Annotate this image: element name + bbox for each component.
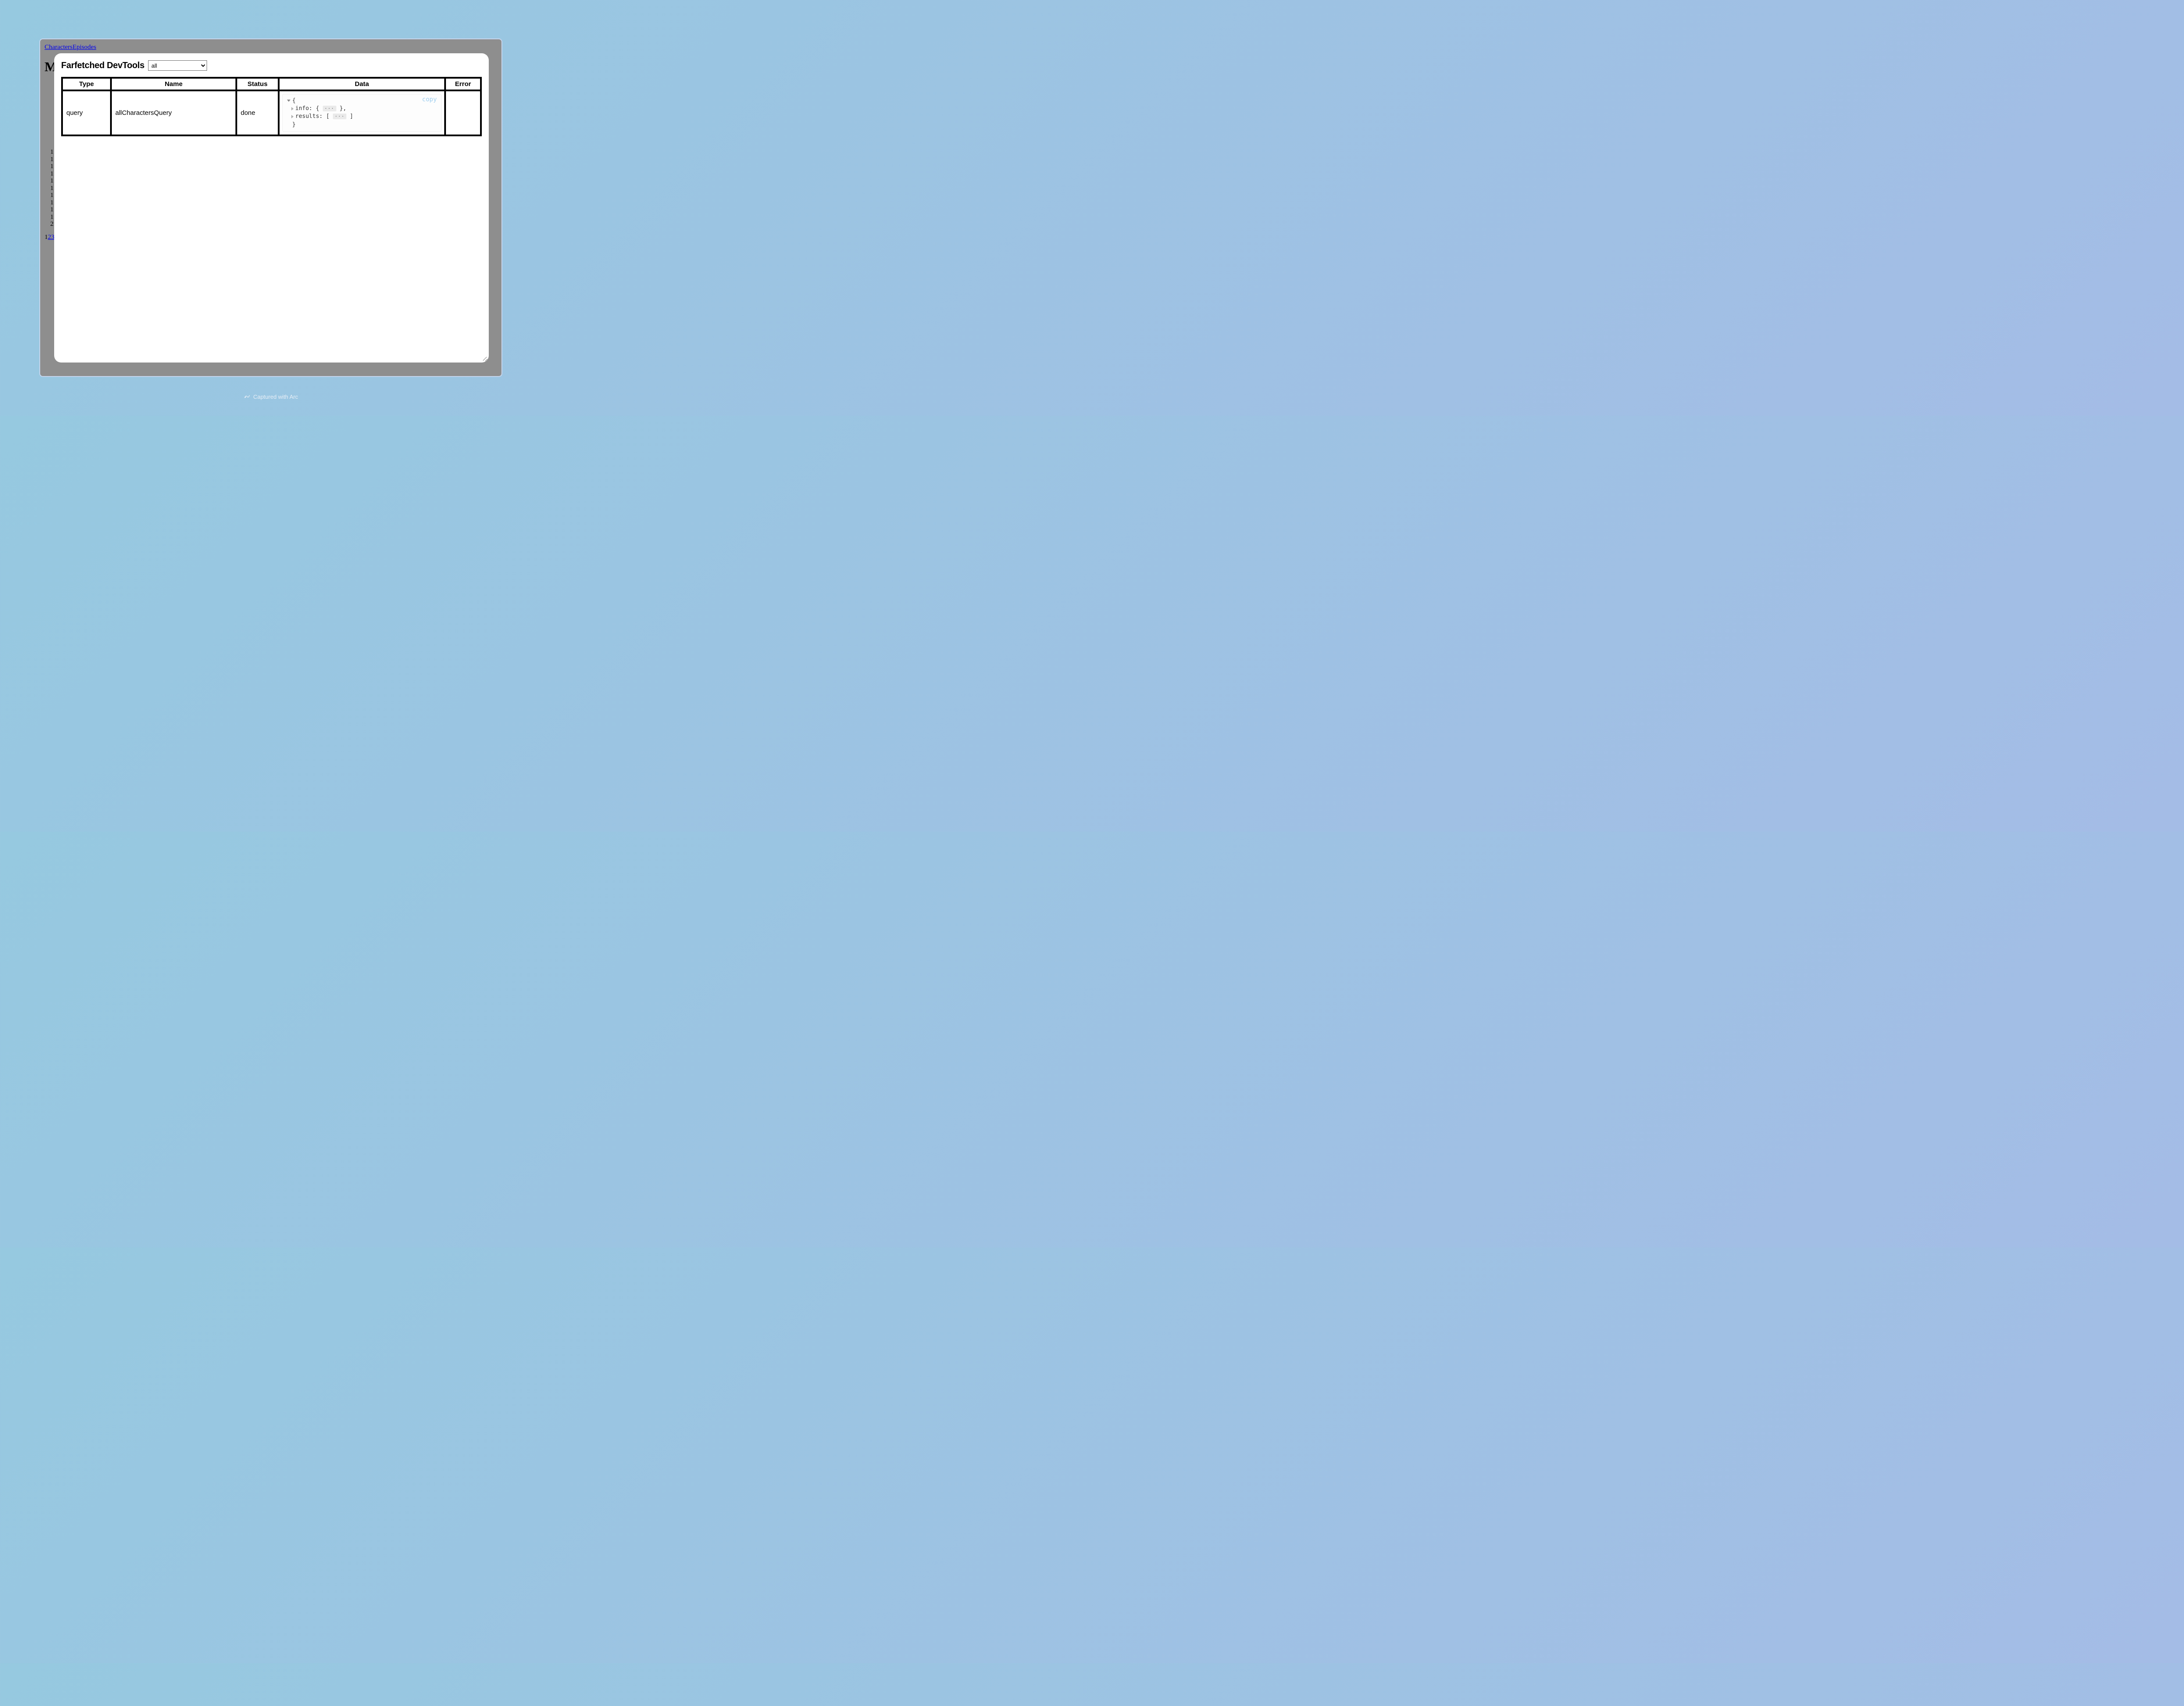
background-pagination: 123 bbox=[45, 234, 55, 241]
chevron-down-icon[interactable] bbox=[287, 100, 290, 102]
browser-window-frame: CharactersEpisodes M 1 1 1 1 1 1 1 1 1 1… bbox=[39, 38, 502, 377]
ellipsis-icon[interactable]: ··· bbox=[323, 106, 336, 111]
filter-select[interactable]: all bbox=[148, 60, 207, 71]
copy-button[interactable]: copy bbox=[422, 96, 437, 103]
cell-type: query bbox=[62, 91, 111, 135]
nav-link-episodes[interactable]: Episodes bbox=[73, 44, 96, 51]
list-item: 1 bbox=[50, 214, 54, 221]
watermark-text: Captured with Arc bbox=[253, 394, 298, 400]
arc-logo-icon bbox=[244, 393, 251, 400]
nav-link-characters[interactable]: Characters bbox=[45, 44, 73, 51]
cell-data: copy { info: { ··· }, results: [ ··· ] } bbox=[279, 91, 445, 135]
list-item: 1 bbox=[50, 170, 54, 178]
background-nav: CharactersEpisodes bbox=[45, 44, 96, 51]
col-data: Data bbox=[279, 78, 445, 90]
list-item: 1 bbox=[50, 192, 54, 199]
devtools-table: Type Name Status Data Error query allCha… bbox=[62, 77, 481, 136]
chevron-right-icon[interactable] bbox=[291, 115, 294, 118]
list-item: 1 bbox=[50, 163, 54, 170]
table-header-row: Type Name Status Data Error bbox=[62, 78, 480, 90]
devtools-table-container: Type Name Status Data Error query allCha… bbox=[61, 77, 482, 136]
devtools-title: Farfetched DevTools bbox=[61, 61, 145, 71]
col-status: Status bbox=[237, 78, 278, 90]
list-item: 1 bbox=[50, 185, 54, 192]
col-type: Type bbox=[62, 78, 111, 90]
json-info-line[interactable]: info: { ··· }, bbox=[287, 105, 437, 113]
list-item: 1 bbox=[50, 148, 54, 156]
json-results-line[interactable]: results: [ ··· ] bbox=[287, 113, 437, 121]
table-row: query allCharactersQuery done copy { inf… bbox=[62, 91, 480, 135]
list-item: 1 bbox=[50, 156, 54, 163]
resize-handle-icon[interactable] bbox=[481, 355, 487, 361]
list-item: 1 bbox=[50, 177, 54, 185]
list-item: 2 bbox=[50, 221, 54, 228]
list-item: 1 bbox=[50, 206, 54, 214]
ellipsis-icon[interactable]: ··· bbox=[333, 114, 346, 119]
page-link-2[interactable]: 2 bbox=[48, 234, 52, 241]
json-open-brace[interactable]: { bbox=[287, 97, 437, 105]
devtools-header: Farfetched DevTools all bbox=[61, 60, 482, 71]
page-current: 1 bbox=[45, 234, 48, 241]
json-close-brace: } bbox=[287, 121, 437, 129]
json-viewer: copy { info: { ··· }, results: [ ··· ] } bbox=[282, 94, 442, 132]
devtools-panel: Farfetched DevTools all Type Name Status… bbox=[54, 53, 489, 363]
watermark: Captured with Arc bbox=[244, 393, 298, 400]
list-item: 1 bbox=[50, 199, 54, 207]
background-list: 1 1 1 1 1 1 1 1 1 1 2 bbox=[50, 148, 54, 228]
col-error: Error bbox=[446, 78, 480, 90]
cell-error bbox=[446, 91, 480, 135]
col-name: Name bbox=[111, 78, 236, 90]
cell-status: done bbox=[237, 91, 278, 135]
chevron-right-icon[interactable] bbox=[291, 107, 294, 111]
cell-name: allCharactersQuery bbox=[111, 91, 236, 135]
